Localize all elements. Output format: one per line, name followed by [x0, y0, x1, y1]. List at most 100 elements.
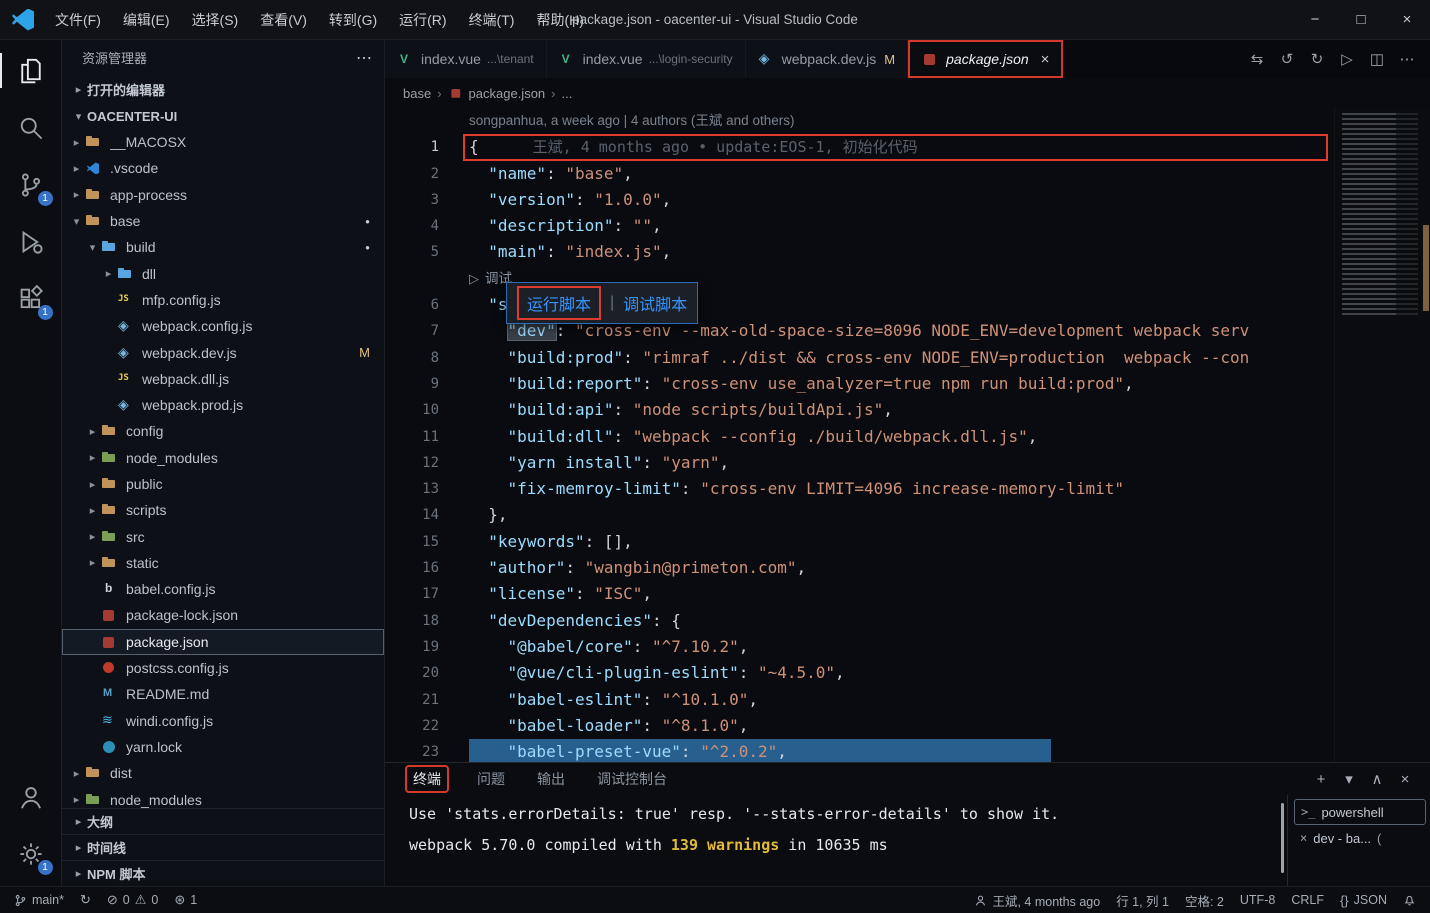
tree-item-config[interactable]: ▸config	[62, 418, 384, 444]
npm-scripts-section[interactable]: ▸ NPM 脚本	[62, 860, 384, 886]
terminal-picker-dropdown[interactable]: ▾	[1336, 767, 1362, 791]
menu-item-6[interactable]: 终端(T)	[458, 0, 526, 40]
settings-gear-icon[interactable]: 1	[0, 825, 62, 882]
tree-item-base[interactable]: ▾base●	[62, 208, 384, 234]
menu-item-5[interactable]: 运行(R)	[388, 0, 457, 40]
tab-package-json[interactable]: package.json×	[908, 40, 1063, 78]
code-line-15[interactable]: 15 "keywords": [],	[385, 529, 1334, 555]
tree-item-vscode[interactable]: ▸.vscode	[62, 155, 384, 181]
indentation-indicator[interactable]: 空格: 2	[1185, 891, 1224, 910]
minimize-button[interactable]: −	[1292, 0, 1338, 40]
tree-item-readme-md[interactable]: README.md	[62, 681, 384, 707]
debug-script-link[interactable]: 调试脚本	[623, 291, 687, 315]
tree-item-node-modules[interactable]: ▸node_modules	[62, 786, 384, 808]
tree-item-macosx[interactable]: ▸__MACOSX	[62, 129, 384, 155]
compare-changes-icon[interactable]: ⇆	[1244, 46, 1270, 72]
tree-item-public[interactable]: ▸public	[62, 471, 384, 497]
status-badge[interactable]: ⊛ 1	[174, 892, 197, 908]
close-panel-button[interactable]: ×	[1392, 767, 1418, 791]
tree-item-yarn-lock[interactable]: yarn.lock	[62, 734, 384, 760]
sidebar-more-actions-icon[interactable]: ⋯	[356, 48, 372, 68]
tab-webpack-dev-js[interactable]: webpack.dev.jsM	[746, 40, 909, 78]
language-indicator[interactable]: {} JSON	[1340, 893, 1387, 908]
code-line-18[interactable]: 18 "devDependencies": {	[385, 608, 1334, 634]
split-editor-icon[interactable]: ◫	[1364, 46, 1390, 72]
tab-index-vue[interactable]: index.vue...\tenant	[385, 40, 547, 78]
notifications-bell[interactable]	[1403, 893, 1416, 907]
tree-item-dist[interactable]: ▸dist	[62, 760, 384, 786]
maximize-panel-button[interactable]: ∧	[1364, 767, 1390, 791]
cursor-position[interactable]: 行 1, 列 1	[1116, 891, 1169, 910]
code-line-11[interactable]: 11 "build:dll": "webpack --config ./buil…	[385, 424, 1334, 450]
explorer-icon[interactable]	[0, 42, 62, 99]
code-line-4[interactable]: 4 "description": "",	[385, 213, 1334, 239]
breadcrumb-item-base[interactable]: base	[403, 86, 431, 101]
tree-item-package-json[interactable]: package.json	[62, 629, 384, 655]
code-line-3[interactable]: 3 "version": "1.0.0",	[385, 187, 1334, 213]
panel-tab-[interactable]: 输出	[533, 767, 569, 791]
menu-item-0[interactable]: 文件(F)	[44, 0, 112, 40]
tree-item-babel-config-js[interactable]: babel.config.js	[62, 576, 384, 602]
tree-item-postcss-config-js[interactable]: postcss.config.js	[62, 655, 384, 681]
extensions-icon[interactable]: 1	[0, 270, 62, 327]
gitlens-blame[interactable]: 王斌, 4 months ago	[974, 891, 1100, 910]
menu-item-4[interactable]: 转到(G)	[318, 0, 388, 40]
new-terminal-button[interactable]: +	[1308, 767, 1334, 791]
menu-item-2[interactable]: 选择(S)	[181, 0, 250, 40]
close-button[interactable]: ×	[1384, 0, 1430, 40]
run-script-link[interactable]: 运行脚本	[517, 286, 601, 320]
code-line-21[interactable]: 21 "babel-eslint": "^10.1.0",	[385, 687, 1334, 713]
tree-item-package-lock-json[interactable]: package-lock.json	[62, 602, 384, 628]
code-line-10[interactable]: 10 "build:api": "node scripts/buildApi.j…	[385, 397, 1334, 423]
code-line-22[interactable]: 22 "babel-loader": "^8.1.0",	[385, 713, 1334, 739]
maximize-button[interactable]: □	[1338, 0, 1384, 40]
breadcrumb-item-[interactable]: ...	[562, 86, 573, 101]
tree-item-webpack-dll-js[interactable]: webpack.dll.js	[62, 366, 384, 392]
tree-item-mfp-config-js[interactable]: mfp.config.js	[62, 287, 384, 313]
code-line-20[interactable]: 20 "@vue/cli-plugin-eslint": "~4.5.0",	[385, 660, 1334, 686]
tree-item-node-modules[interactable]: ▸node_modules	[62, 445, 384, 471]
run-script-icon[interactable]: ▷	[1334, 46, 1360, 72]
code-line-8[interactable]: 8 "build:prod": "rimraf ../dist && cross…	[385, 345, 1334, 371]
run-icon[interactable]: ▷	[469, 266, 479, 292]
code-line-19[interactable]: 19 "@babel/core": "^7.10.2",	[385, 634, 1334, 660]
panel-tab-[interactable]: 调试控制台	[593, 767, 671, 791]
close-icon[interactable]: ×	[1041, 51, 1050, 68]
code-line-16[interactable]: 16 "author": "wangbin@primeton.com",	[385, 555, 1334, 581]
timeline-section[interactable]: ▸ 时间线	[62, 834, 384, 860]
encoding-indicator[interactable]: UTF-8	[1240, 893, 1275, 907]
source-control-icon[interactable]: 1	[0, 156, 62, 213]
account-icon[interactable]	[0, 768, 62, 825]
panel-tab-[interactable]: 问题	[473, 767, 509, 791]
tab-index-vue[interactable]: index.vue...\login-security	[547, 40, 746, 78]
tree-item-scripts[interactable]: ▸scripts	[62, 497, 384, 523]
code-line-2[interactable]: 2 "name": "base",	[385, 161, 1334, 187]
code-line-17[interactable]: 17 "license": "ISC",	[385, 581, 1334, 607]
minimap[interactable]	[1334, 108, 1430, 762]
code-line-12[interactable]: 12 "yarn install": "yarn",	[385, 450, 1334, 476]
code-line-14[interactable]: 14 },	[385, 502, 1334, 528]
menu-item-1[interactable]: 编辑(E)	[112, 0, 181, 40]
code-line-13[interactable]: 13 "fix-memroy-limit": "cross-env LIMIT=…	[385, 476, 1334, 502]
terminal-session-dev-ba[interactable]: ×dev - ba...(	[1294, 825, 1426, 851]
code-line-23[interactable]: 23 "babel-preset-vue": "^2.0.2",	[385, 739, 1334, 762]
tree-item-static[interactable]: ▸static	[62, 550, 384, 576]
code-line-1[interactable]: 1{王斌, 4 months ago • update:EOS-1, 初始化代码	[385, 134, 1334, 160]
branch-indicator[interactable]: main*	[14, 893, 64, 908]
breadcrumb-item-package-json[interactable]: package.json	[448, 85, 546, 101]
terminal[interactable]: Use 'stats.errorDetails: true' resp. '--…	[385, 795, 1287, 886]
more-actions-icon[interactable]: ⋯	[1394, 46, 1420, 72]
tree-item-src[interactable]: ▸src	[62, 523, 384, 549]
scrollbar-thumb[interactable]	[1423, 225, 1429, 311]
tree-item-webpack-dev-js[interactable]: webpack.dev.jsM	[62, 339, 384, 365]
tree-item-dll[interactable]: ▸dll	[62, 260, 384, 286]
tree-item-app-process[interactable]: ▸app-process	[62, 182, 384, 208]
workspace-root[interactable]: ▾ OACENTER-UI	[62, 103, 384, 129]
open-editors-section[interactable]: ▸ 打开的编辑器	[62, 75, 384, 103]
tree-item-webpack-config-js[interactable]: webpack.config.js	[62, 313, 384, 339]
terminal-scrollbar[interactable]	[1281, 803, 1284, 873]
search-icon[interactable]	[0, 99, 62, 156]
terminal-session-powershell[interactable]: >_powershell	[1294, 799, 1426, 825]
code-line-9[interactable]: 9 "build:report": "cross-env use_analyze…	[385, 371, 1334, 397]
menu-item-3[interactable]: 查看(V)	[249, 0, 318, 40]
